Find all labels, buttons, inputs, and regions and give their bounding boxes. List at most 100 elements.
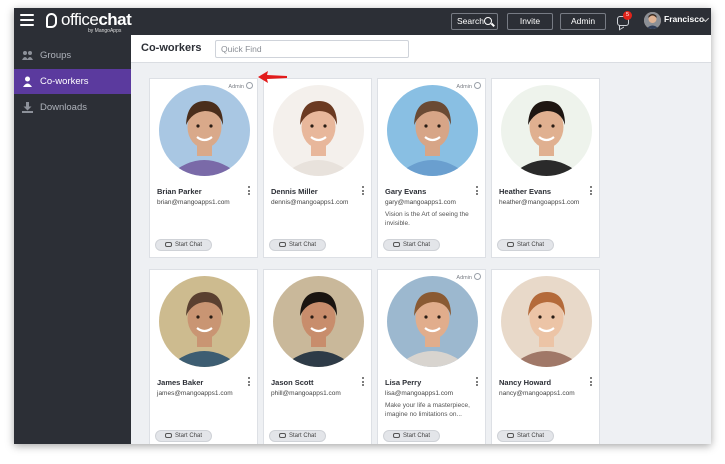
top-bar: officechat by MangoApps Search Invite Ad… bbox=[14, 8, 711, 35]
admin-badge: Admin bbox=[456, 273, 481, 281]
invite-button[interactable]: Invite bbox=[507, 13, 553, 30]
start-chat-label: Start Chat bbox=[175, 433, 203, 439]
groups-icon bbox=[22, 51, 33, 60]
chat-bubble-icon bbox=[279, 242, 286, 247]
start-chat-button[interactable]: Start Chat bbox=[269, 239, 326, 251]
download-icon bbox=[22, 102, 33, 113]
chat-bubble-icon bbox=[393, 242, 400, 247]
search-button[interactable]: Search bbox=[451, 13, 498, 30]
page-title: Co-workers bbox=[141, 42, 202, 54]
coworker-name[interactable]: Heather Evans bbox=[499, 187, 551, 196]
coworker-card[interactable]: Heather Evans heather@mangoapps1.com Start… bbox=[491, 78, 600, 258]
more-options-icon[interactable] bbox=[476, 377, 479, 387]
logo-subtitle: by MangoApps bbox=[88, 28, 122, 34]
start-chat-button[interactable]: Start Chat bbox=[497, 239, 554, 251]
start-chat-button[interactable]: Start Chat bbox=[269, 430, 326, 442]
coworker-card[interactable]: Admin Brian Parker brian@mangoapps1.com Sta… bbox=[149, 78, 258, 258]
admin-user-icon bbox=[246, 82, 253, 89]
admin-user-icon bbox=[474, 273, 481, 280]
coworker-status: Vision is the Art of seeing the invisibl… bbox=[385, 211, 469, 227]
coworker-email: phill@mangoapps1.com bbox=[271, 390, 341, 397]
coworker-name[interactable]: Nancy Howard bbox=[499, 378, 551, 387]
start-chat-label: Start Chat bbox=[403, 242, 431, 248]
start-chat-button[interactable]: Start Chat bbox=[155, 239, 212, 251]
coworker-email: brian@mangoapps1.com bbox=[157, 199, 230, 206]
coworker-card[interactable]: James Baker james@mangoapps1.com Start Cha… bbox=[149, 269, 258, 444]
more-options-icon[interactable] bbox=[248, 186, 251, 196]
more-options-icon[interactable] bbox=[362, 377, 365, 387]
coworker-photo[interactable] bbox=[273, 276, 364, 367]
logo-text-bold: chat bbox=[98, 10, 132, 29]
coworker-name[interactable]: James Baker bbox=[157, 378, 203, 387]
start-chat-button[interactable]: Start Chat bbox=[155, 430, 212, 442]
more-options-icon[interactable] bbox=[476, 186, 479, 196]
start-chat-label: Start Chat bbox=[289, 433, 317, 439]
coworker-name[interactable]: Gary Evans bbox=[385, 187, 426, 196]
sidebar-item-co-workers[interactable]: Co-workers bbox=[14, 69, 138, 94]
quick-find-input[interactable] bbox=[215, 40, 409, 58]
start-chat-button[interactable]: Start Chat bbox=[497, 430, 554, 442]
logo-text: office bbox=[61, 10, 99, 29]
user-name[interactable]: Francisco bbox=[664, 14, 704, 24]
coworker-name[interactable]: Jason Scott bbox=[271, 378, 314, 387]
annotation-arrow-icon bbox=[258, 71, 287, 83]
coworker-email: james@mangoapps1.com bbox=[157, 390, 233, 397]
sidebar: Groups Co-workers Downloads bbox=[14, 35, 138, 444]
coworker-card[interactable]: Admin Gary Evans gary@mangoapps1.com Vision… bbox=[377, 78, 486, 258]
sidebar-item-downloads[interactable]: Downloads bbox=[14, 95, 131, 120]
user-avatar[interactable] bbox=[644, 12, 661, 29]
user-icon bbox=[23, 76, 32, 87]
coworker-name[interactable]: Lisa Perry bbox=[385, 378, 421, 387]
coworker-email: nancy@mangoapps1.com bbox=[499, 390, 575, 397]
sidebar-item-label: Groups bbox=[40, 50, 72, 61]
coworker-photo[interactable] bbox=[387, 85, 478, 176]
admin-label: Admin bbox=[228, 84, 244, 90]
coworker-grid: Admin Brian Parker brian@mangoapps1.com Sta… bbox=[131, 63, 711, 444]
logo-mark-icon bbox=[46, 13, 57, 28]
coworker-status: Make your life a masterpiece, imagine no… bbox=[385, 402, 470, 418]
admin-user-icon bbox=[474, 82, 481, 89]
menu-icon[interactable] bbox=[20, 14, 34, 28]
coworker-photo[interactable] bbox=[501, 276, 592, 367]
coworker-photo[interactable] bbox=[159, 276, 250, 367]
coworker-name[interactable]: Brian Parker bbox=[157, 187, 202, 196]
coworker-card[interactable]: Nancy Howard nancy@mangoapps1.com Start Ch… bbox=[491, 269, 600, 444]
admin-label: Admin bbox=[456, 84, 472, 90]
chat-bubble-icon bbox=[507, 242, 514, 247]
admin-label: Admin bbox=[456, 275, 472, 281]
admin-button[interactable]: Admin bbox=[560, 13, 606, 30]
search-icon bbox=[484, 17, 492, 25]
coworker-card[interactable]: Dennis Miller dennis@mangoapps1.com Start … bbox=[263, 78, 372, 258]
coworker-photo[interactable] bbox=[387, 276, 478, 367]
start-chat-label: Start Chat bbox=[517, 242, 545, 248]
sidebar-item-groups[interactable]: Groups bbox=[14, 43, 131, 68]
main-content: Co-workers Admin Brian Parker brian@mangoa… bbox=[131, 35, 711, 444]
chat-bubble-icon bbox=[165, 433, 172, 438]
coworker-photo[interactable] bbox=[501, 85, 592, 176]
start-chat-button[interactable]: Start Chat bbox=[383, 430, 440, 442]
admin-badge: Admin bbox=[228, 82, 253, 90]
more-options-icon[interactable] bbox=[362, 186, 365, 196]
app-window: officechat by MangoApps Search Invite Ad… bbox=[14, 8, 711, 444]
coworker-card[interactable]: Jason Scott phill@mangoapps1.com Start Cha… bbox=[263, 269, 372, 444]
start-chat-button[interactable]: Start Chat bbox=[383, 239, 440, 251]
start-chat-label: Start Chat bbox=[175, 242, 203, 248]
coworker-card[interactable]: Admin Lisa Perry lisa@mangoapps1.com Make y… bbox=[377, 269, 486, 444]
coworker-name[interactable]: Dennis Miller bbox=[271, 187, 318, 196]
chat-bubble-icon bbox=[165, 242, 172, 247]
chat-bubble-icon bbox=[279, 433, 286, 438]
search-label: Search bbox=[457, 16, 484, 26]
coworker-photo[interactable] bbox=[159, 85, 250, 176]
start-chat-label: Start Chat bbox=[517, 433, 545, 439]
coworker-email: gary@mangoapps1.com bbox=[385, 199, 456, 206]
sidebar-item-label: Downloads bbox=[40, 102, 87, 113]
start-chat-label: Start Chat bbox=[289, 242, 317, 248]
admin-badge: Admin bbox=[456, 82, 481, 90]
coworker-email: lisa@mangoapps1.com bbox=[385, 390, 454, 397]
coworker-photo[interactable] bbox=[273, 85, 364, 176]
more-options-icon[interactable] bbox=[590, 186, 593, 196]
more-options-icon[interactable] bbox=[248, 377, 251, 387]
chat-bubble-icon bbox=[507, 433, 514, 438]
more-options-icon[interactable] bbox=[590, 377, 593, 387]
start-chat-label: Start Chat bbox=[403, 433, 431, 439]
